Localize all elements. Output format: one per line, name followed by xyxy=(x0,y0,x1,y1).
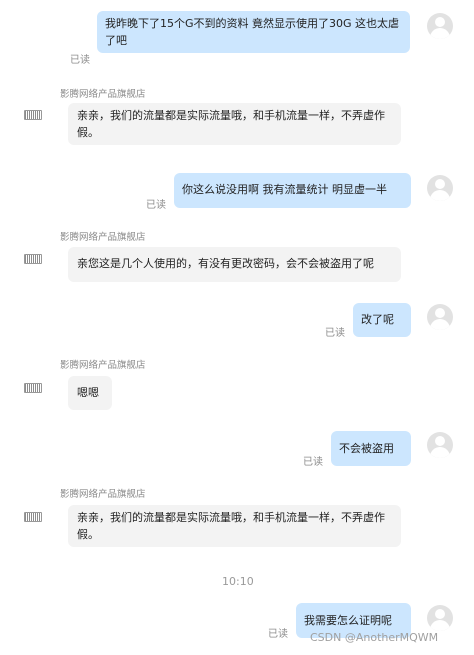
shop-avatar[interactable] xyxy=(24,110,42,120)
user-avatar[interactable] xyxy=(427,304,453,330)
user-avatar[interactable] xyxy=(427,605,453,631)
user-avatar[interactable] xyxy=(427,432,453,458)
user-message-bubble: 不会被盗用 xyxy=(331,431,411,466)
read-status: 已读 xyxy=(303,457,323,468)
read-status: 已读 xyxy=(268,629,288,640)
user-message-bubble: 我昨晚下了15个G不到的资料 竟然显示使用了30G 这也太虐了吧 xyxy=(97,11,410,53)
watermark: CSDN @AnotherMQWM xyxy=(310,631,439,644)
shop-message-bubble: 亲亲，我们的流量都是实际流量哦，和手机流量一样，不弄虚作假。 xyxy=(68,505,401,547)
shop-message-bubble: 嗯嗯 xyxy=(68,376,112,410)
read-status: 已读 xyxy=(70,55,90,66)
shop-avatar[interactable] xyxy=(24,512,42,522)
shop-name: 影腾网络产品旗舰店 xyxy=(60,489,146,500)
shop-avatar[interactable] xyxy=(24,254,42,264)
shop-name: 影腾网络产品旗舰店 xyxy=(60,232,146,243)
read-status: 已读 xyxy=(146,200,166,211)
shop-message-bubble: 亲亲，我们的流量都是实际流量哦，和手机流量一样，不弄虚作假。 xyxy=(68,103,401,145)
user-avatar[interactable] xyxy=(427,175,453,201)
shop-name: 影腾网络产品旗舰店 xyxy=(60,360,146,371)
time-separator: 10:10 xyxy=(222,575,254,588)
read-status: 已读 xyxy=(325,328,345,339)
shop-avatar[interactable] xyxy=(24,383,42,393)
user-avatar[interactable] xyxy=(427,13,453,39)
user-message-bubble: 你这么说没用啊 我有流量统计 明显虚一半 xyxy=(174,173,411,208)
shop-message-bubble: 亲您这是几个人使用的，有没有更改密码，会不会被盗用了呢 xyxy=(68,247,401,282)
user-message-bubble: 改了呢 xyxy=(353,303,411,337)
shop-name: 影腾网络产品旗舰店 xyxy=(60,89,146,100)
